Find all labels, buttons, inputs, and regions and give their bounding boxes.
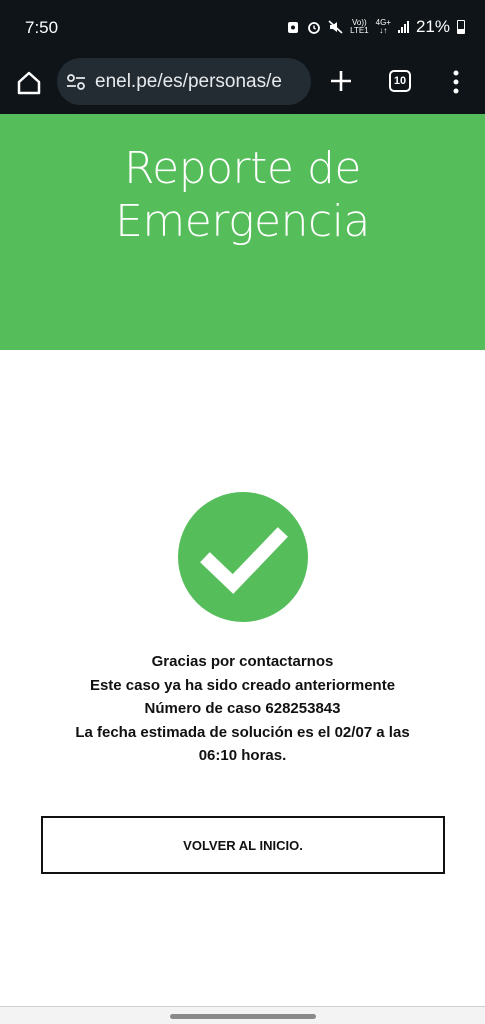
mute-icon xyxy=(328,20,343,34)
back-to-home-button[interactable]: VOLVER AL INICIO. xyxy=(41,816,445,874)
result-message: Gracias por contactarnos Este caso ya ha… xyxy=(40,650,445,768)
tabs-icon[interactable]: 10 xyxy=(389,70,411,92)
site-settings-icon[interactable] xyxy=(65,71,87,93)
tab-count: 10 xyxy=(393,75,407,87)
volte-indicator: Vo)) LTE1 xyxy=(350,18,369,35)
home-icon[interactable] xyxy=(14,68,44,98)
estimate-text: La fecha estimada de solución es el 02/0… xyxy=(75,723,410,741)
signal-icon xyxy=(397,21,409,33)
battery-icon xyxy=(457,20,465,34)
case-exists-text: Este caso ya ha sido creado anteriorment… xyxy=(89,676,396,694)
estimate-time-text: 06:10 horas. xyxy=(198,747,287,764)
more-vert-icon[interactable] xyxy=(448,69,464,95)
plus-icon[interactable] xyxy=(328,68,354,94)
browser-toolbar: enel.pe/es/personas/e 10 xyxy=(0,58,485,114)
status-time: 7:50 xyxy=(25,18,59,37)
hero-banner: Reporte de Emergencia xyxy=(0,114,485,350)
system-nav-area xyxy=(0,1006,485,1024)
battery-percent: 21% xyxy=(415,17,450,36)
alarm-icon xyxy=(308,22,320,34)
notification-icon xyxy=(288,22,299,33)
url-text: enel.pe/es/personas/e xyxy=(95,70,282,92)
network-type-indicator: 4G+ ↓↑ xyxy=(375,18,391,35)
status-bar: 7:50 Vo)) LTE1 4G+ ↓↑ 21% xyxy=(0,0,485,58)
status-icons: Vo)) LTE1 4G+ ↓↑ 21% xyxy=(286,17,465,37)
checkmark-icon xyxy=(178,492,308,622)
gesture-handle[interactable] xyxy=(170,1014,316,1019)
page-title: Reporte de Emergencia xyxy=(115,143,370,247)
url-bar[interactable]: enel.pe/es/personas/e xyxy=(57,58,311,105)
thanks-text: Gracias por contactarnos xyxy=(151,653,334,670)
case-number-text: Número de caso 628253843 xyxy=(144,700,341,717)
